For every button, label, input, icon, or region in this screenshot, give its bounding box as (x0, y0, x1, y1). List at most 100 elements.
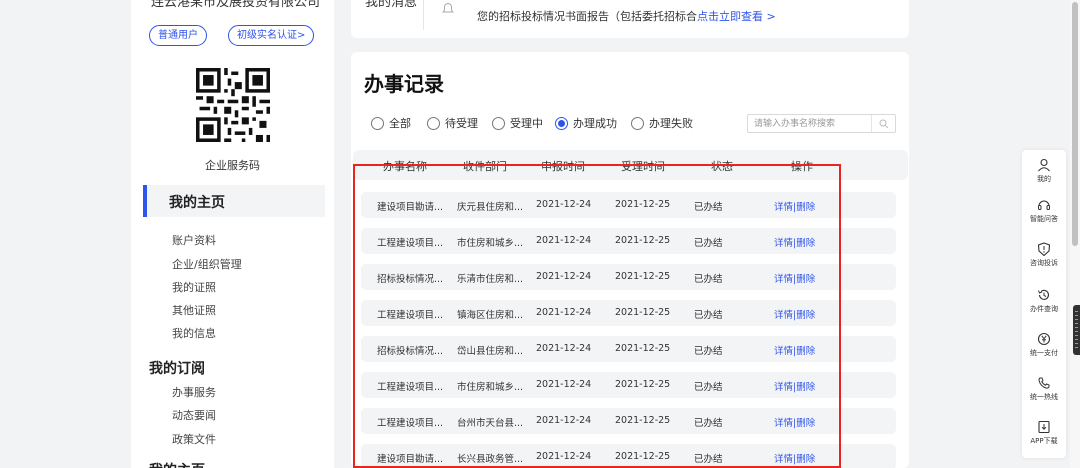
column-header: 收件部门 (463, 160, 507, 173)
table-row: 工程建设项目... 镇海区住房和... 2021-12-24 2021-12-2… (361, 300, 896, 326)
company-name: 连云港某市及展投资有限公司 (151, 0, 321, 10)
next-section-title: 我的主页 (149, 460, 205, 468)
toolbar-item-pay[interactable]: 统一支付 (1022, 332, 1066, 358)
cell-status: 已办结 (694, 274, 723, 285)
toolbar-label: 办件查询 (1030, 305, 1058, 313)
sidebar-item-licenses[interactable]: 我的证照 (172, 279, 216, 295)
qr-code-icon (196, 68, 270, 142)
toolbar-item-query[interactable]: 办件查询 (1022, 288, 1066, 314)
notice-view-link[interactable]: 点击立即查看 > (697, 10, 776, 23)
toolbar-item-mine[interactable]: 我的 (1022, 158, 1066, 184)
radio-icon (427, 116, 440, 130)
filter-label: 办理失败 (649, 117, 693, 130)
sidebar-item-home[interactable]: 我的主页 (143, 185, 325, 217)
scrollbar-thumb[interactable] (1072, 2, 1078, 246)
toolbar-item-hotline[interactable]: 统一热线 (1022, 376, 1066, 402)
subscribe-title: 我的订阅 (149, 361, 205, 377)
notice-divider (423, 0, 424, 30)
cell-name[interactable]: 建设项目勘请... (377, 451, 443, 465)
verification-tag[interactable]: 初级实名认证> (228, 25, 315, 46)
sidebar-item-policies[interactable]: 政策文件 (172, 431, 216, 447)
phone-icon (1038, 377, 1050, 389)
cell-accept-date: 2021-12-25 (615, 235, 671, 246)
row-actions-link[interactable]: 详情|删除 (774, 415, 815, 429)
toolbar-label: 统一支付 (1030, 349, 1058, 357)
sidebar-item-account[interactable]: 账户资料 (172, 232, 216, 248)
download-icon (1038, 420, 1050, 434)
toolbar-item-app[interactable]: APP下载 (1022, 420, 1066, 446)
cell-accept-date: 2021-12-25 (615, 307, 671, 318)
filter-all[interactable]: 全部 (371, 115, 411, 131)
cell-submit-date: 2021-12-24 (536, 343, 592, 354)
notice-label: 我的消息 (365, 0, 418, 10)
search-icon (879, 119, 889, 129)
filter-success[interactable]: 办理成功 (555, 115, 617, 131)
search-box (747, 114, 896, 133)
toolbar-item-qa[interactable]: 智能问答 (1022, 198, 1066, 224)
sidebar-item-messages[interactable]: 我的信息 (172, 325, 216, 341)
filter-pending[interactable]: 待受理 (427, 115, 478, 131)
cell-submit-date: 2021-12-24 (536, 199, 592, 210)
cell-department: 镇海区住房和... (457, 310, 524, 321)
cell-department: 长兴县政务管... (457, 454, 524, 465)
row-actions-link[interactable]: 详情|删除 (774, 235, 815, 249)
radio-icon (492, 116, 505, 130)
row-actions-link[interactable]: 详情|删除 (774, 451, 815, 465)
records-panel: 办事记录 全部 待受理 受理中 办理成功 办理失败 办事名称 收件部门 申报时间… (351, 52, 909, 468)
row-actions-link[interactable]: 详情|删除 (774, 343, 815, 357)
filter-label: 办理成功 (573, 117, 617, 130)
cell-name[interactable]: 工程建设项目... (377, 235, 443, 249)
toolbar-label: 咨询投诉 (1030, 259, 1058, 267)
table-row: 招标投标情况... 乐清市住房和... 2021-12-24 2021-12-2… (361, 264, 896, 290)
page-title: 办事记录 (364, 72, 444, 96)
cell-status: 已办结 (694, 346, 723, 357)
cell-submit-date: 2021-12-24 (536, 235, 592, 246)
toolbar-label: 统一热线 (1030, 393, 1058, 401)
message-notice: 我的消息 您的招标投标情况书面报告（包括委托招标合点击立即查看 > (351, 0, 909, 38)
column-header: 申报时间 (541, 160, 585, 173)
toolbar-item-complaint[interactable]: 咨询投诉 (1022, 242, 1066, 268)
radio-icon (371, 116, 384, 130)
notice-message: 您的招标投标情况书面报告（包括委托招标合 (477, 10, 697, 23)
filter-failed[interactable]: 办理失败 (631, 115, 693, 131)
table-row: 建设项目勘请... 长兴县政务管... 2021-12-24 2021-12-2… (361, 444, 896, 468)
cell-department: 市住房和城乡... (457, 382, 524, 393)
row-actions-link[interactable]: 详情|删除 (774, 199, 815, 213)
cell-name[interactable]: 工程建设项目... (377, 379, 443, 393)
cell-submit-date: 2021-12-24 (536, 451, 592, 462)
cell-name[interactable]: 招标投标情况... (377, 343, 443, 357)
cell-submit-date: 2021-12-24 (536, 271, 592, 282)
row-actions-link[interactable]: 详情|删除 (774, 307, 815, 321)
filter-label: 全部 (389, 117, 411, 130)
sidebar-item-org[interactable]: 企业/组织管理 (172, 256, 242, 272)
cell-accept-date: 2021-12-25 (615, 271, 671, 282)
cell-name[interactable]: 工程建设项目... (377, 307, 443, 321)
cell-name[interactable]: 建设项目勘请... (377, 199, 443, 213)
toolbar-label: 智能问答 (1030, 215, 1058, 223)
search-button[interactable] (871, 115, 895, 132)
bell-icon (442, 3, 454, 13)
cell-department: 市住房和城乡... (457, 238, 524, 249)
cell-department: 岱山县住房和... (457, 346, 524, 357)
search-input[interactable] (748, 115, 870, 132)
page-scrollbar[interactable] (1070, 0, 1080, 468)
filter-processing[interactable]: 受理中 (492, 115, 543, 131)
cell-status: 已办结 (694, 382, 723, 393)
cell-accept-date: 2021-12-25 (615, 415, 671, 426)
user-type-tag[interactable]: 普通用户 (149, 25, 207, 46)
floating-toolbar: 我的 智能问答 咨询投诉 办件查询 统一支付 统一热线 APP下载 (1022, 150, 1066, 458)
cell-accept-date: 2021-12-25 (615, 199, 671, 210)
cell-name[interactable]: 招标投标情况... (377, 271, 443, 285)
row-actions-link[interactable]: 详情|删除 (774, 271, 815, 285)
sidebar-item-other-licenses[interactable]: 其他证照 (172, 302, 216, 318)
yen-icon (1037, 332, 1051, 346)
cell-status: 已办结 (694, 202, 723, 213)
cell-name[interactable]: 工程建设项目... (377, 415, 443, 429)
cell-status: 已办结 (694, 238, 723, 249)
sidebar-item-news[interactable]: 动态要闻 (172, 407, 216, 423)
side-handle[interactable] (1073, 305, 1080, 355)
cell-accept-date: 2021-12-25 (615, 451, 671, 462)
radio-selected-icon (555, 116, 568, 130)
row-actions-link[interactable]: 详情|删除 (774, 379, 815, 393)
sidebar-item-services[interactable]: 办事服务 (172, 384, 216, 400)
